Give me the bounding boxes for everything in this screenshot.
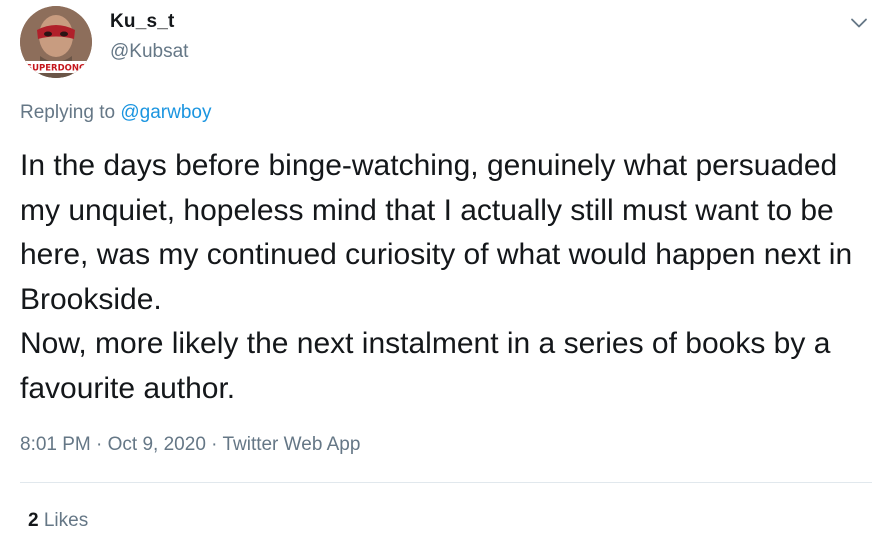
tweet-time[interactable]: 8:01 PM [20,434,91,455]
more-options-button[interactable] [848,12,870,34]
divider [20,482,872,483]
meta-separator: · [96,434,103,455]
replying-to-label: Replying to [20,102,116,123]
likes-link[interactable]: 2 Likes [28,510,88,532]
replying-to: Replying to @garwboy [20,102,211,124]
tweet-text: In the days before binge-watching, genui… [20,149,853,405]
tweet-date[interactable]: Oct 9, 2020 [108,434,206,455]
reply-mention-link[interactable]: @garwboy [120,102,211,123]
avatar-masked-face-icon: SUPERDONG [20,6,92,78]
user-display-name[interactable]: Ku_s_t [110,11,175,33]
tweet-card: SUPERDONG Ku_s_t @Kubsat Replying to @ga… [0,0,896,560]
tweet-source[interactable]: Twitter Web App [222,434,360,455]
meta-separator: · [211,434,218,455]
avatar[interactable]: SUPERDONG [20,6,92,78]
chevron-down-icon [851,18,867,28]
avatar-banner-text: SUPERDONG [26,64,86,74]
likes-label: Likes [43,510,89,531]
user-handle[interactable]: @Kubsat [110,41,188,63]
tweet-meta: 8:01 PM · Oct 9, 2020 · Twitter Web App [20,434,360,456]
likes-count: 2 [28,510,39,531]
